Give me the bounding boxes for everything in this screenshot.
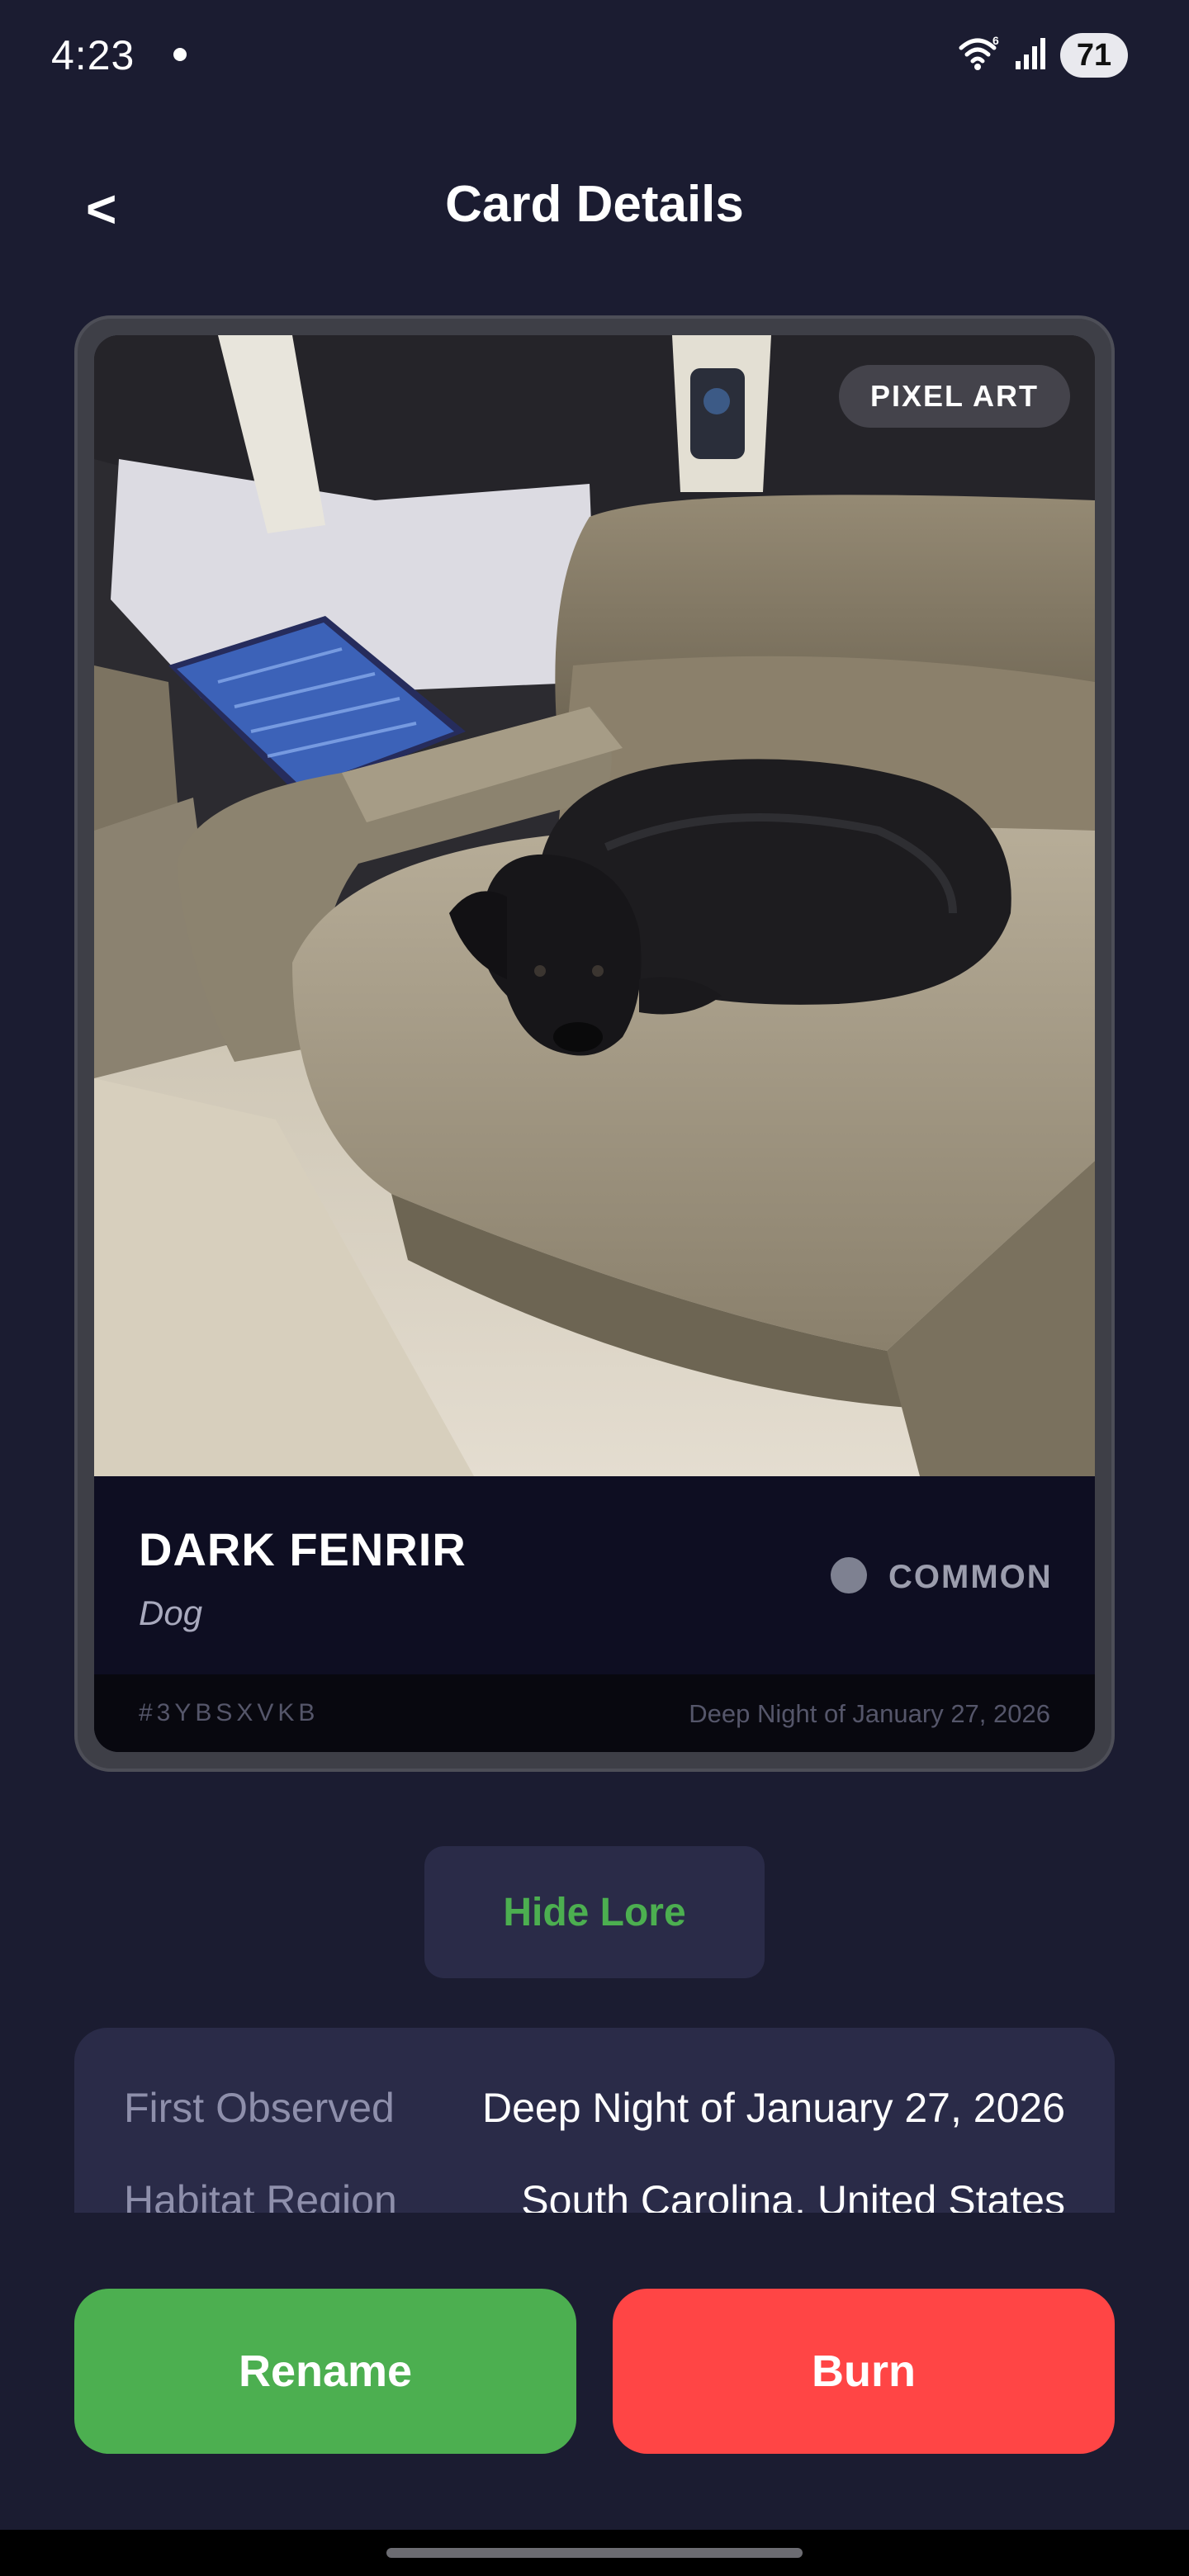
lore-panel[interactable]: First Observed Deep Night of January 27,… [74, 2028, 1115, 2213]
creature-card: PIXEL ART DARK FENRIR Dog COMMON #3YBSXV… [74, 315, 1115, 1772]
rarity-dot-icon [831, 1557, 867, 1593]
card-name: DARK FENRIR [139, 1523, 467, 1575]
art-style-badge: PIXEL ART [838, 365, 1070, 428]
battery-indicator: 71 [1060, 33, 1128, 78]
rename-button[interactable]: Rename [74, 2289, 576, 2454]
home-indicator[interactable] [386, 2548, 803, 2558]
lore-label-habitat-region: Habitat Region [124, 2177, 397, 2213]
back-button[interactable]: < [86, 180, 135, 238]
page-title: Card Details [445, 176, 744, 233]
card-date: Deep Night of January 27, 2026 [689, 1699, 1050, 1728]
card-footer: #3YBSXVKB Deep Night of January 27, 2026 [94, 1674, 1095, 1752]
card-image [94, 335, 1095, 1476]
card-info-panel: DARK FENRIR Dog COMMON [94, 1476, 1095, 1674]
burn-button[interactable]: Burn [613, 2289, 1115, 2454]
hide-lore-button[interactable]: Hide Lore [424, 1846, 765, 1978]
wifi-icon: 6 [959, 35, 999, 70]
svg-text:6: 6 [992, 35, 999, 47]
status-time: 4:23 [51, 32, 135, 78]
lore-value-first-observed: Deep Night of January 27, 2026 [481, 2085, 1065, 2131]
lore-label-first-observed: First Observed [124, 2085, 395, 2131]
system-nav-bar [0, 2530, 1189, 2576]
rarity-label: COMMON [888, 1559, 1053, 1595]
notification-dot-icon [173, 48, 187, 61]
card-inner: PIXEL ART DARK FENRIR Dog COMMON #3YBSXV… [94, 335, 1095, 1752]
card-species: Dog [139, 1593, 203, 1632]
status-bar: 4:23 6 71 [0, 0, 1189, 107]
card-id: #3YBSXVKB [139, 1699, 320, 1726]
cell-signal-icon [1016, 38, 1045, 69]
lore-value-habitat-region: South Carolina, United States [521, 2177, 1065, 2213]
